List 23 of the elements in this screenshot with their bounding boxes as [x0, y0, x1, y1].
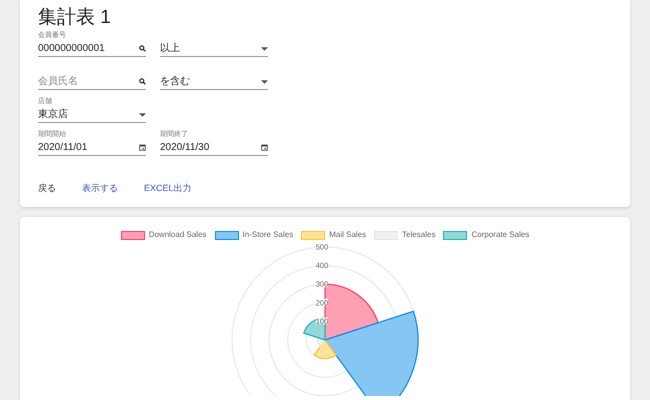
calendar-icon[interactable]: [261, 144, 268, 151]
legend-label: Corporate Sales: [471, 229, 530, 241]
search-field[interactable]: 000000000001: [38, 41, 146, 57]
action-button[interactable]: EXCEL出力: [136, 179, 200, 199]
legend-label: Telesales: [402, 229, 436, 241]
dropdown-caret-icon[interactable]: [261, 80, 268, 84]
dropdown-caret-icon[interactable]: [139, 112, 146, 116]
legend-label: Mail Sales: [329, 229, 366, 241]
dropdown-caret-icon[interactable]: [261, 46, 268, 50]
legend-label: Download Sales: [148, 229, 207, 241]
dropdown-field[interactable]: を含む: [160, 74, 268, 90]
calendar-icon[interactable]: [139, 144, 146, 151]
date-field[interactable]: 2020/11/01: [38, 140, 146, 156]
search-icon[interactable]: [139, 45, 146, 52]
search-field[interactable]: 会員氏名: [38, 74, 146, 90]
action-button[interactable]: 戻る: [30, 179, 64, 199]
legend-label: In-Store Sales: [242, 229, 294, 241]
date-field[interactable]: 2020/11/30: [160, 140, 268, 156]
dropdown-field[interactable]: 東京店: [38, 107, 146, 123]
action-button[interactable]: 表示する: [74, 179, 126, 199]
page-title: 集計表 1: [38, 6, 112, 30]
search-icon[interactable]: [139, 78, 146, 85]
dropdown-field[interactable]: 以上: [160, 41, 268, 57]
